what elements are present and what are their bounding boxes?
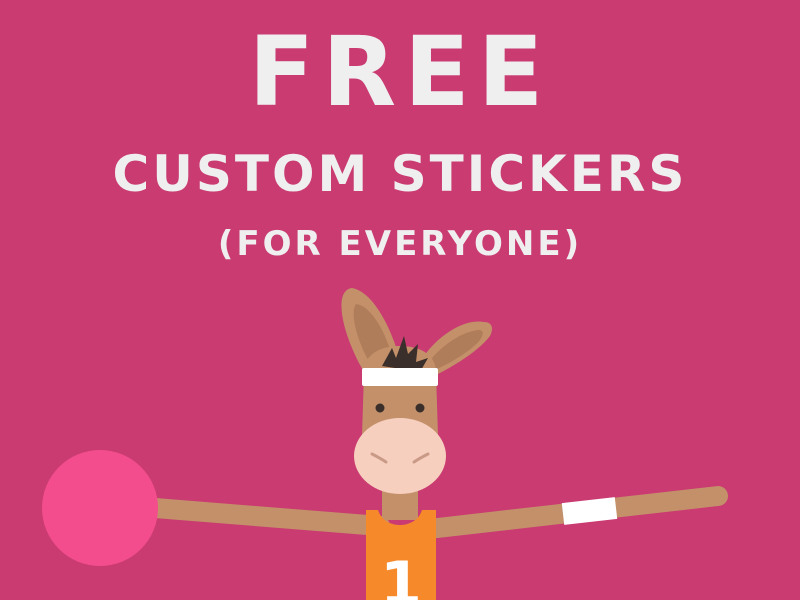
donkey-eye-right: [415, 403, 425, 413]
donkey-muzzle: [354, 418, 446, 494]
basketball: [42, 450, 158, 566]
donkey-left-arm: [120, 496, 390, 536]
sweatband: [362, 368, 438, 386]
jersey-number: 1: [380, 549, 422, 600]
wristband: [561, 497, 618, 525]
donkey-eye-left: [375, 403, 385, 413]
donkey-basketball-illustration: 1: [42, 288, 728, 600]
